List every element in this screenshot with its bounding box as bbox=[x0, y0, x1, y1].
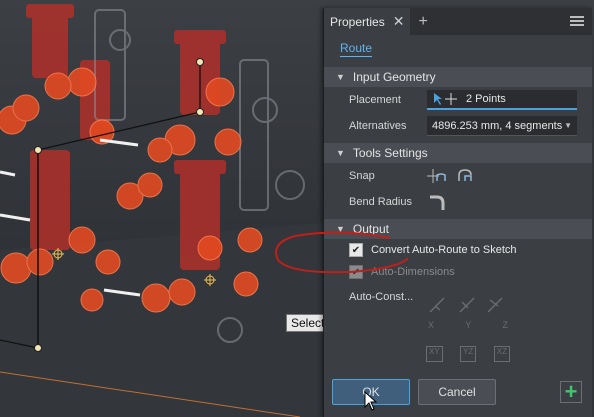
route-row: Route bbox=[324, 35, 592, 63]
snap-curve-icon[interactable] bbox=[455, 167, 475, 185]
section-input-geometry-label: Input Geometry bbox=[352, 70, 436, 84]
placement-label: Placement bbox=[349, 94, 401, 106]
yz-plane-icon: YZ bbox=[460, 346, 477, 362]
alternatives-value: 4896.253 mm, 4 segments bbox=[432, 119, 563, 132]
placement-field[interactable]: 2 Points bbox=[427, 90, 577, 110]
alternatives-label: Alternatives bbox=[349, 120, 407, 132]
add-tab-icon[interactable]: + bbox=[418, 13, 427, 31]
panel-tab-bar: Properties ✕ + bbox=[324, 8, 592, 35]
snap-label: Snap bbox=[349, 170, 375, 182]
alternatives-row: Alternatives 4896.253 mm, 4 segments ▼ bbox=[324, 113, 592, 139]
axis-icon-row: X Y Z bbox=[428, 320, 508, 340]
pointer-crosshair-icon bbox=[434, 93, 457, 105]
x-constraint-icon: X bbox=[428, 320, 435, 330]
section-tools-settings[interactable]: ▼ Tools Settings bbox=[324, 143, 592, 163]
annotation-circle bbox=[275, 231, 409, 274]
close-icon[interactable]: ✕ bbox=[393, 13, 405, 30]
section-tools-settings-label: Tools Settings bbox=[352, 146, 428, 160]
menu-icon[interactable] bbox=[570, 14, 584, 28]
bend-radius-icon[interactable] bbox=[427, 193, 447, 211]
y-constraint-icon: Y bbox=[465, 320, 472, 330]
z-constraint-icon: Z bbox=[502, 320, 509, 330]
collapse-triangle-icon: ▼ bbox=[336, 148, 345, 158]
bend-radius-label: Bend Radius bbox=[349, 196, 412, 208]
alternatives-dropdown[interactable]: 4896.253 mm, 4 segments ▼ bbox=[427, 116, 577, 136]
xy-plane-icon: XY bbox=[426, 346, 443, 362]
plane-icon-row: XY YZ XZ bbox=[426, 346, 510, 362]
collapse-triangle-icon: ▼ bbox=[336, 72, 345, 82]
route-link[interactable]: Route bbox=[340, 41, 373, 57]
properties-panel: Properties ✕ + Route ▼ Input Geometry Pl… bbox=[323, 8, 592, 417]
placement-value: 2 Points bbox=[466, 93, 506, 105]
chevron-down-icon: ▼ bbox=[564, 121, 572, 130]
tab-properties-label: Properties bbox=[330, 14, 385, 29]
snap-row: Snap bbox=[324, 163, 592, 189]
tab-properties[interactable]: Properties ✕ bbox=[324, 8, 411, 35]
snap-point-icon[interactable] bbox=[427, 167, 447, 185]
mouse-cursor-icon bbox=[364, 391, 378, 411]
cancel-button[interactable]: Cancel bbox=[418, 379, 496, 405]
placement-row: Placement 2 Points bbox=[324, 87, 592, 113]
section-input-geometry[interactable]: ▼ Input Geometry bbox=[324, 67, 592, 87]
xz-plane-icon: XZ bbox=[493, 346, 510, 362]
auto-const-label: Auto-Const... bbox=[349, 291, 414, 303]
add-plus-button[interactable]: + bbox=[560, 379, 582, 404]
bend-radius-row: Bend Radius bbox=[324, 189, 592, 215]
